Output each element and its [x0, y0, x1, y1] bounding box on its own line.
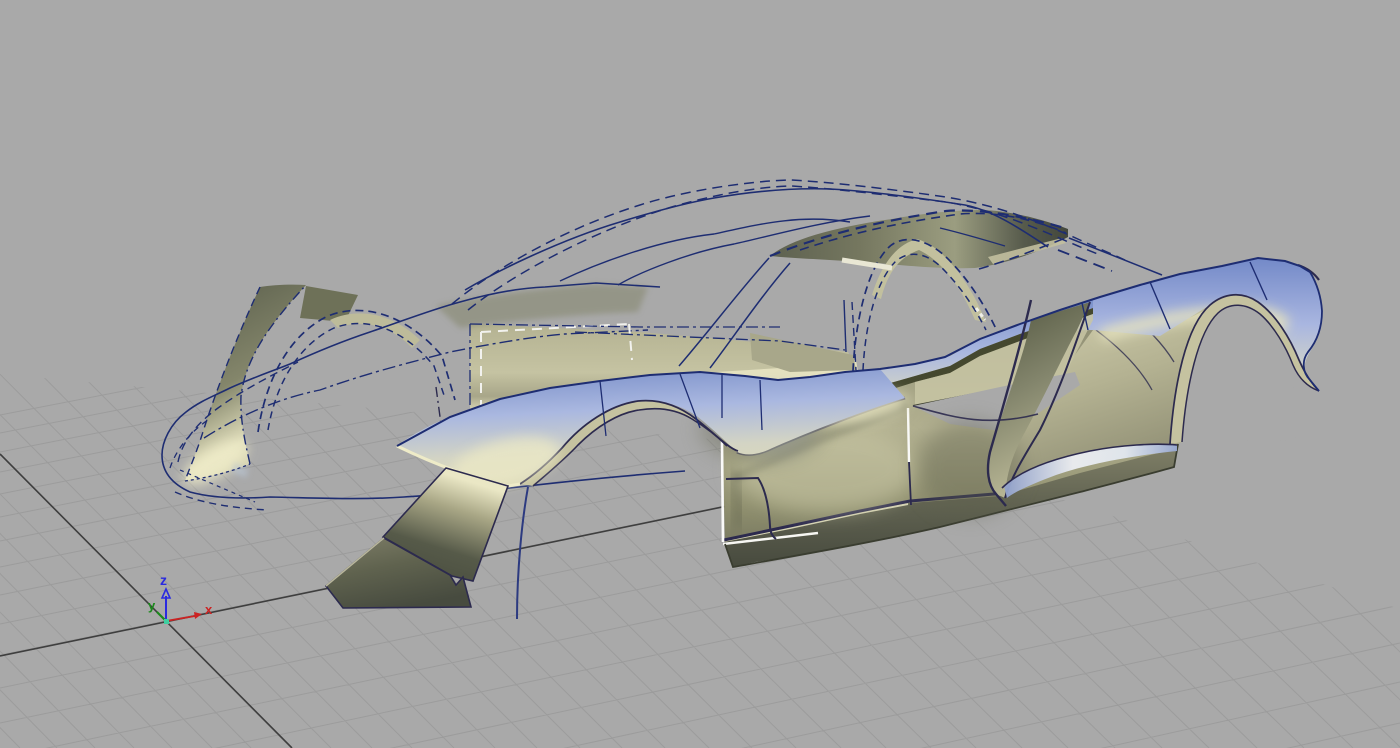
svg-text:y: y	[148, 598, 156, 613]
svg-text:x: x	[205, 602, 213, 617]
svg-text:z: z	[160, 572, 167, 588]
